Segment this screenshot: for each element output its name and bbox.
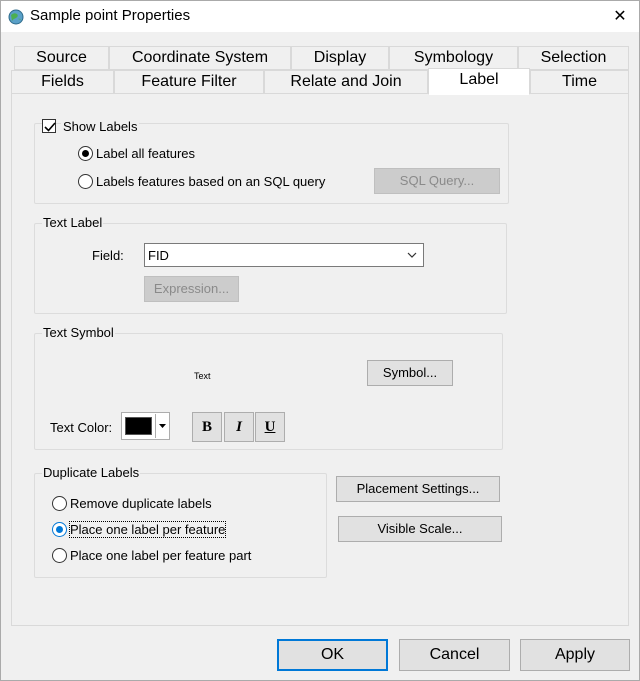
color-swatch	[125, 417, 152, 435]
close-icon: ✕	[613, 8, 627, 25]
radio-one-per-feature[interactable]	[52, 522, 67, 537]
italic-button[interactable]: I	[224, 412, 254, 442]
cancel-button[interactable]: Cancel	[399, 639, 510, 671]
tab-display[interactable]: Display	[291, 46, 389, 70]
radio-label-sql[interactable]	[78, 174, 93, 189]
one-per-feature-text: Place one label per feature	[68, 521, 227, 538]
show-labels-checkbox[interactable]	[42, 119, 56, 133]
visible-scale-button[interactable]: Visible Scale...	[338, 516, 502, 542]
title-bar: Sample point Properties ✕	[1, 1, 639, 32]
tab-symbology[interactable]: Symbology	[389, 46, 518, 70]
ok-button[interactable]: OK	[277, 639, 388, 671]
tab-selection[interactable]: Selection	[518, 46, 629, 70]
field-label: Field:	[92, 248, 124, 263]
text-symbol-title: Text Symbol	[42, 325, 115, 340]
underline-icon: U	[264, 419, 276, 435]
label-all-features-text: Label all features	[96, 146, 196, 161]
apply-button[interactable]: Apply	[520, 639, 630, 671]
tab-time[interactable]: Time	[530, 70, 629, 94]
tab-fields[interactable]: Fields	[11, 70, 114, 94]
tab-feature-filter[interactable]: Feature Filter	[114, 70, 264, 94]
field-select-value: FID	[148, 248, 169, 263]
duplicate-labels-group: Duplicate Labels Remove duplicate labels…	[34, 465, 327, 578]
text-symbol-group: Text Symbol Text Symbol... Text Color: B…	[34, 325, 503, 450]
text-label-group: Text Label Field: FID Expression...	[34, 215, 507, 314]
bold-button[interactable]: B	[192, 412, 222, 442]
radio-remove-duplicates[interactable]	[52, 496, 67, 511]
label-tab-panel: Show Labels Label all features Labels fe…	[11, 93, 629, 626]
italic-icon: I	[236, 419, 242, 435]
tab-relate-and-join[interactable]: Relate and Join	[264, 70, 428, 94]
close-button[interactable]: ✕	[601, 1, 639, 32]
one-per-part-text: Place one label per feature part	[70, 548, 252, 563]
text-color-picker[interactable]	[121, 412, 170, 440]
radio-label-all[interactable]	[78, 146, 93, 161]
text-symbol-preview: Text	[194, 371, 211, 381]
underline-button[interactable]: U	[255, 412, 285, 442]
text-label-title: Text Label	[42, 215, 104, 230]
show-labels-group: Show Labels Label all features Labels fe…	[34, 119, 509, 204]
symbol-button[interactable]: Symbol...	[367, 360, 453, 386]
show-labels-label: Show Labels	[61, 119, 140, 134]
bold-icon: B	[201, 419, 212, 435]
window-title: Sample point Properties	[30, 7, 191, 24]
expression-button[interactable]: Expression...	[144, 276, 239, 302]
radio-one-per-part[interactable]	[52, 548, 67, 563]
globe-app-icon	[8, 9, 24, 25]
tab-source[interactable]: Source	[14, 46, 109, 70]
dropdown-arrow-icon	[159, 424, 166, 428]
duplicate-labels-title: Duplicate Labels	[42, 465, 141, 480]
tab-coordinate-system[interactable]: Coordinate System	[109, 46, 291, 70]
text-color-label: Text Color:	[50, 420, 113, 435]
label-sql-text: Labels features based on an SQL query	[96, 174, 326, 189]
field-select[interactable]: FID	[144, 243, 424, 267]
placement-settings-button[interactable]: Placement Settings...	[336, 476, 500, 502]
sql-query-button[interactable]: SQL Query...	[374, 168, 500, 194]
chevron-down-icon	[407, 252, 417, 258]
properties-dialog: Sample point Properties ✕ Source Coordin…	[0, 0, 640, 681]
checkmark-icon	[44, 122, 56, 132]
tab-label[interactable]: Label	[428, 68, 530, 95]
remove-duplicates-text: Remove duplicate labels	[70, 496, 212, 511]
